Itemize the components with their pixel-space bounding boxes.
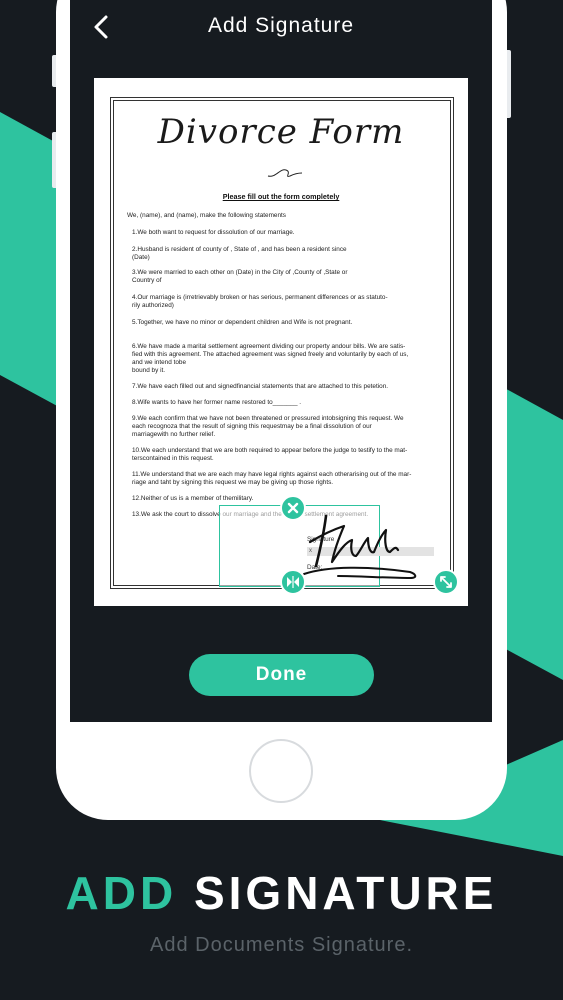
flip-signature-button[interactable] [280, 569, 306, 595]
phone-home-button[interactable] [249, 739, 313, 803]
done-button[interactable]: Done [189, 654, 374, 696]
document-line: riage and taht by signing this request w… [132, 479, 334, 486]
promo-title-accent: ADD [65, 867, 178, 919]
document-subtitle: Please fill out the form completely [222, 192, 340, 201]
document-line: terscontained in this request. [132, 455, 214, 462]
document-line: bound by it. [132, 367, 166, 374]
document-line: 1.We both want to request for dissolutio… [132, 229, 295, 236]
resize-icon [440, 576, 452, 588]
document-line: 3.We were married to each other on (Date… [132, 269, 348, 276]
document-line: 12.Neither of us is a member of themilit… [132, 495, 254, 502]
flip-icon [287, 576, 299, 588]
document-line: 8.Wife wants to have her former name res… [132, 399, 302, 406]
document-title: Divorce Form [157, 112, 405, 152]
document-line: 2.Husband is resident of county of , Sta… [132, 246, 347, 253]
document-line: (Date) [132, 254, 150, 261]
document-line: 7.We have each filled out and signedfina… [132, 383, 389, 390]
promo-title-main: SIGNATURE [193, 867, 498, 919]
document-line: Country of [132, 277, 162, 284]
promo-title: ADD SIGNATURE [0, 866, 563, 920]
document-line: 5.Together, we have no minor or dependen… [132, 319, 353, 326]
handwritten-signature[interactable] [298, 512, 428, 584]
document-line: marriagewith no further relief. [132, 431, 216, 438]
flourish-icon [267, 169, 303, 177]
page-title: Add Signature [207, 14, 355, 37]
top-bar: Add Signature [70, 0, 492, 54]
delete-signature-button[interactable] [280, 495, 306, 521]
document-line: We, (name), and (name), make the followi… [127, 212, 287, 219]
document-line: rily authorized) [132, 302, 174, 309]
close-icon [287, 502, 299, 514]
resize-signature-button[interactable] [433, 569, 459, 595]
promo-subtitle: Add Documents Signature. [149, 934, 414, 956]
